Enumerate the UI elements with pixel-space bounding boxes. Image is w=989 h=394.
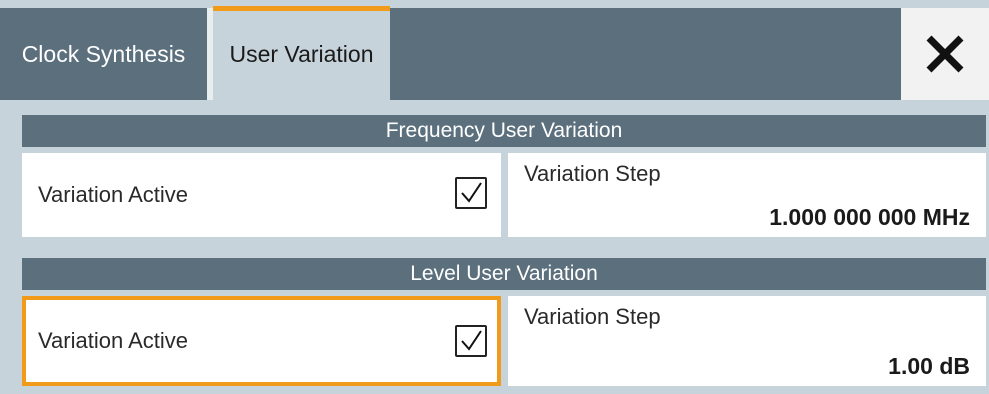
level-variation-step-label: Variation Step (524, 304, 661, 329)
frequency-variation-active-cell[interactable]: Variation Active (22, 153, 501, 237)
level-variation-step-value: 1.00 dB (888, 353, 970, 379)
tab-clock-synthesis[interactable]: Clock Synthesis (0, 8, 207, 100)
frequency-variation-step-label: Variation Step (524, 161, 661, 186)
checkmark-icon (461, 182, 482, 203)
checkmark-icon (461, 330, 482, 351)
level-variation-active-checkbox[interactable] (455, 325, 487, 357)
level-section-title: Level User Variation (410, 262, 598, 285)
frequency-section-header: Frequency User Variation (22, 115, 986, 147)
close-button[interactable] (901, 8, 989, 100)
tab-clock-synthesis-label: Clock Synthesis (21, 40, 186, 67)
level-variation-active-label: Variation Active (38, 328, 189, 353)
tab-user-variation-label: User Variation (229, 40, 374, 67)
frequency-variation-active-checkbox[interactable] (455, 177, 487, 209)
tab-bar: Clock Synthesis User Variation (0, 6, 989, 100)
frequency-variation-step-value: 1.000 000 000 MHz (769, 204, 970, 230)
level-section-header: Level User Variation (22, 258, 986, 290)
frequency-section-title: Frequency User Variation (385, 119, 623, 142)
level-variation-step-cell[interactable]: Variation Step 1.00 dB (508, 296, 986, 386)
frequency-variation-step-cell[interactable]: Variation Step 1.000 000 000 MHz (508, 153, 986, 237)
user-variation-dialog: Clock Synthesis User Variation Frequency… (0, 0, 989, 394)
tab-user-variation[interactable]: User Variation (213, 6, 390, 100)
frequency-variation-active-label: Variation Active (38, 182, 189, 207)
close-icon (926, 35, 964, 73)
level-variation-active-cell[interactable]: Variation Active (22, 296, 501, 386)
